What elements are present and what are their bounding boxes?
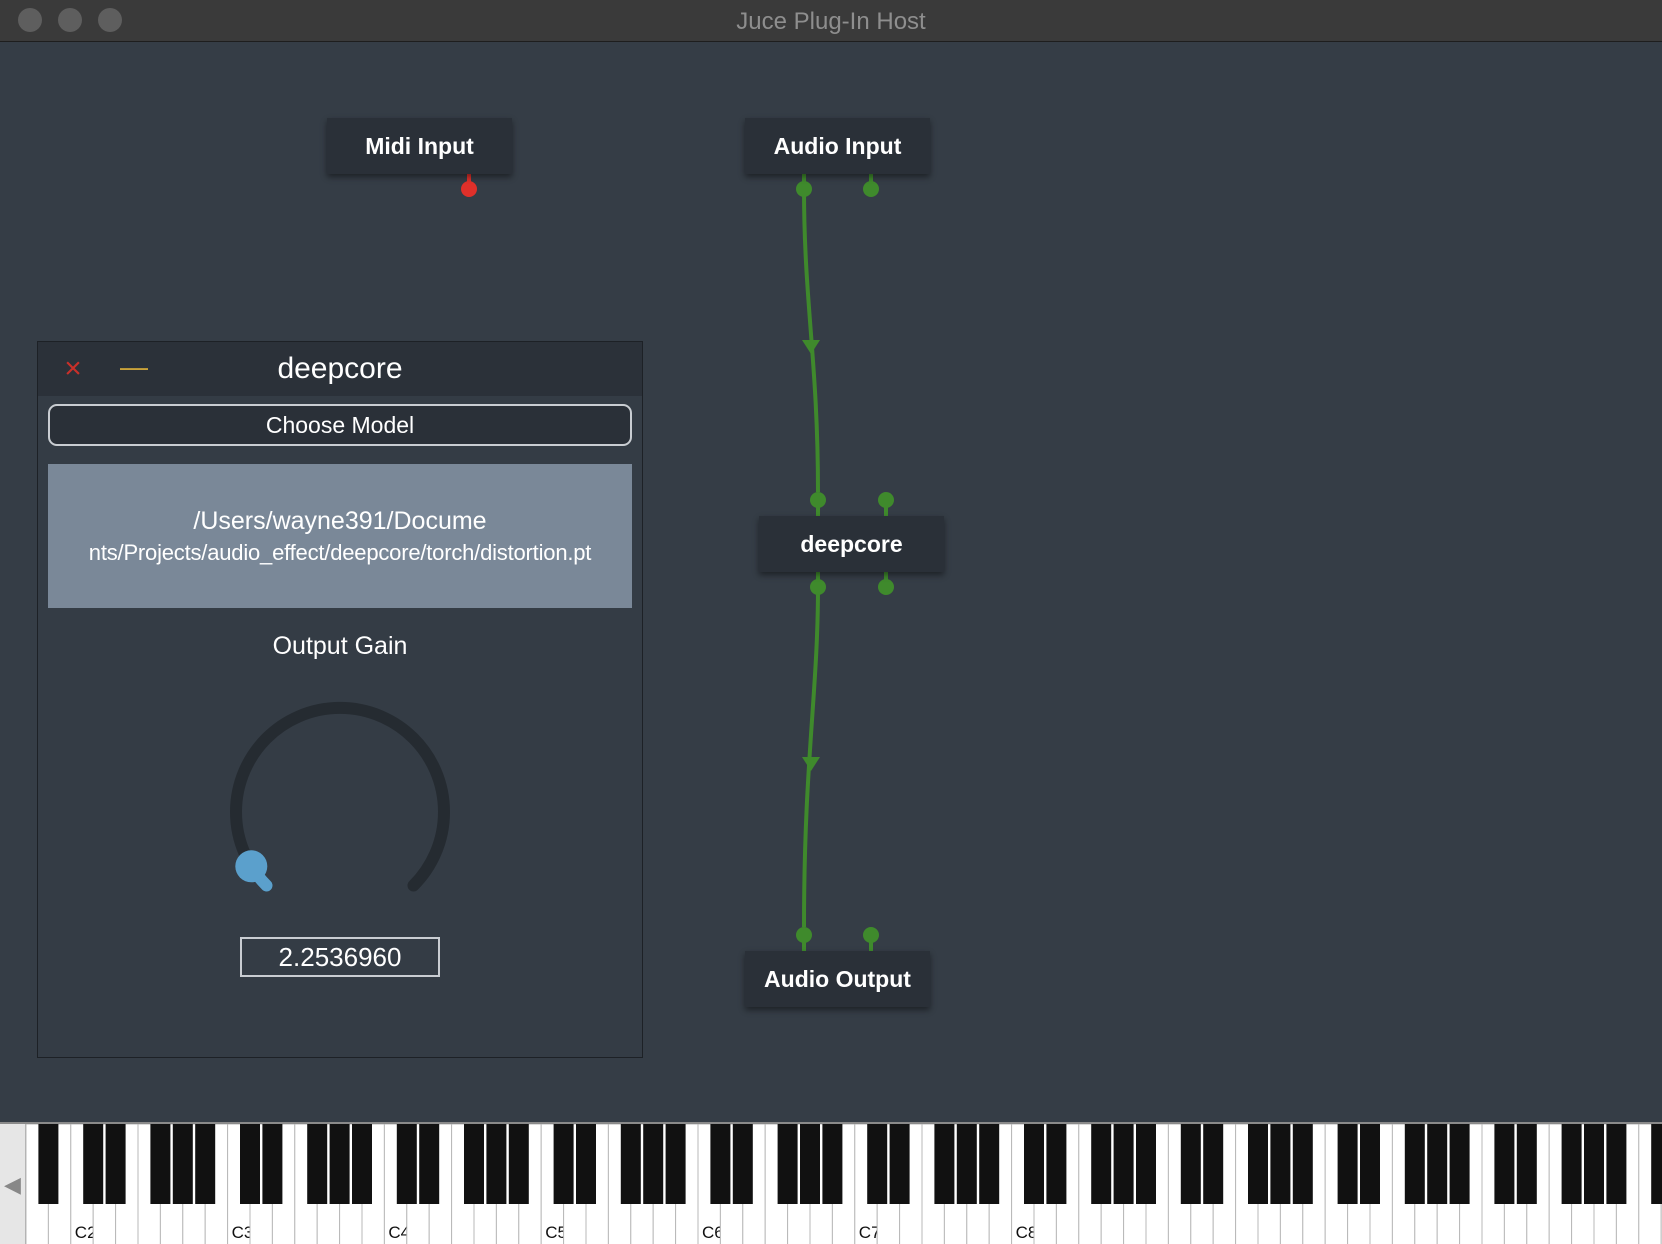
black-key[interactable] [1584, 1124, 1604, 1204]
black-key[interactable] [1404, 1124, 1425, 1204]
black-key[interactable] [1337, 1124, 1358, 1204]
knob-thumb[interactable] [235, 850, 268, 883]
node-audio-output[interactable]: Audio Output [745, 951, 930, 1007]
window-title: Juce Plug-In Host [736, 8, 926, 35]
black-key[interactable] [1180, 1124, 1201, 1204]
black-key[interactable] [620, 1124, 641, 1204]
scroll-left-icon[interactable]: ◀ [0, 1124, 26, 1244]
black-key[interactable] [1091, 1124, 1112, 1204]
plugin-title-bar[interactable]: × — deepcore [38, 342, 642, 396]
black-key[interactable] [665, 1124, 686, 1204]
black-key[interactable] [419, 1124, 440, 1204]
black-key[interactable] [1046, 1124, 1067, 1204]
audio-out-pin[interactable] [796, 181, 812, 197]
black-key[interactable] [1427, 1124, 1448, 1204]
black-key[interactable] [38, 1124, 59, 1204]
black-key[interactable] [1292, 1124, 1313, 1204]
black-key[interactable] [889, 1124, 910, 1204]
black-key[interactable] [732, 1124, 753, 1204]
black-key[interactable] [262, 1124, 283, 1204]
model-path-display: /Users/wayne391/Docume nts/Projects/audi… [48, 464, 632, 608]
black-key[interactable] [867, 1124, 888, 1204]
black-key[interactable] [934, 1124, 955, 1204]
audio-out-pin[interactable] [863, 181, 879, 197]
black-key[interactable] [1561, 1124, 1582, 1204]
black-key[interactable] [1248, 1124, 1268, 1204]
black-key[interactable] [352, 1124, 372, 1204]
wire-arrow-icon [802, 757, 820, 771]
black-key[interactable] [1516, 1124, 1537, 1204]
black-key[interactable] [1606, 1124, 1627, 1204]
knob-track [230, 701, 450, 892]
plugin-title: deepcore [277, 352, 403, 385]
black-key[interactable] [508, 1124, 529, 1204]
output-gain-label: Output Gain [272, 632, 408, 660]
app-window: Juce Plug-In Host Midi Input Audio Input… [0, 0, 1662, 1244]
black-key[interactable] [1203, 1124, 1224, 1204]
black-key[interactable] [172, 1124, 193, 1204]
node-deepcore[interactable]: deepcore [759, 516, 944, 572]
black-key[interactable] [240, 1124, 260, 1204]
black-key[interactable] [307, 1124, 328, 1204]
black-key[interactable] [800, 1124, 820, 1204]
node-audio-input[interactable]: Audio Input [745, 118, 930, 174]
output-gain-knob[interactable] [210, 682, 470, 912]
model-path-line: /Users/wayne391/Docume [193, 506, 487, 535]
audio-out-pin[interactable] [878, 579, 894, 595]
black-key[interactable] [1270, 1124, 1291, 1204]
black-key[interactable] [643, 1124, 664, 1204]
black-key[interactable] [1024, 1124, 1044, 1204]
wire-arrow-icon [802, 340, 820, 354]
choose-model-button[interactable]: Choose Model [48, 404, 632, 446]
black-key[interactable] [1113, 1124, 1134, 1204]
plugin-editor-window: × — deepcore Choose Model /Users/wayne39… [37, 341, 643, 1058]
model-path-line: nts/Projects/audio_effect/deepcore/torch… [88, 539, 592, 565]
output-gain-value-field[interactable]: 2.2536960 [240, 937, 440, 977]
black-key[interactable] [396, 1124, 417, 1204]
black-key[interactable] [464, 1124, 484, 1204]
midi-out-pin[interactable] [461, 181, 477, 197]
black-key[interactable] [486, 1124, 507, 1204]
title-bar: Juce Plug-In Host [0, 0, 1662, 42]
audio-out-pin[interactable] [810, 579, 826, 595]
black-key[interactable] [1360, 1124, 1380, 1204]
black-key[interactable] [822, 1124, 843, 1204]
black-key[interactable] [553, 1124, 574, 1204]
black-key[interactable] [979, 1124, 1000, 1204]
black-key[interactable] [150, 1124, 171, 1204]
black-key[interactable] [329, 1124, 350, 1204]
black-key[interactable] [195, 1124, 216, 1204]
black-key[interactable] [1651, 1124, 1662, 1204]
black-key[interactable] [1449, 1124, 1470, 1204]
midi-keyboard[interactable]: ◀ C2 C3 C4 C5 C6 C7 C8 [0, 1122, 1662, 1244]
black-key[interactable] [777, 1124, 798, 1204]
black-key[interactable] [1494, 1124, 1515, 1204]
black-key[interactable] [710, 1124, 731, 1204]
black-key[interactable] [105, 1124, 126, 1204]
node-midi-input[interactable]: Midi Input [327, 118, 512, 174]
black-key[interactable] [83, 1124, 104, 1204]
black-key[interactable] [1136, 1124, 1156, 1204]
black-key[interactable] [576, 1124, 596, 1204]
piano-keys[interactable]: C2 C3 C4 C5 C6 C7 C8 [26, 1124, 1662, 1244]
black-key[interactable] [956, 1124, 977, 1204]
